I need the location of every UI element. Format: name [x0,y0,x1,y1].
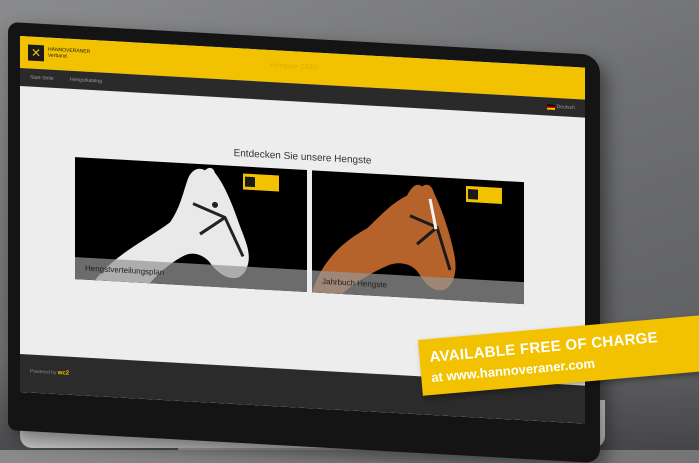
nav-item-start[interactable]: Start-Seite [30,75,54,82]
card-yearbook-stallions[interactable]: Jahrbuch Hengste [312,170,524,305]
card-label: Hengstverteilungsplan [85,263,165,278]
powered-by-prefix: Powered by [30,368,57,377]
monitor: ✕ HANNOVERANER Verband Hengste 2023 Star… [0,0,699,463]
app-title: Hengste 2023 [270,61,318,72]
logo-text: HANNOVERANER Verband [48,47,90,61]
card-label: Jahrbuch Hengste [322,276,387,290]
powered-by-brand[interactable]: wc2 [58,370,69,377]
language-selector[interactable]: Deutsch [557,104,575,111]
powered-by: Powered by wc2 [30,369,69,377]
card-logo-badge [243,173,279,192]
nav-item-catalog[interactable]: Hengstkatalog [70,77,102,85]
logo-icon[interactable]: ✕ [28,44,44,62]
card-logo-badge [466,185,502,204]
card-stallion-distribution[interactable]: Hengstverteilungsplan [75,157,307,293]
german-flag-icon[interactable] [547,104,555,110]
